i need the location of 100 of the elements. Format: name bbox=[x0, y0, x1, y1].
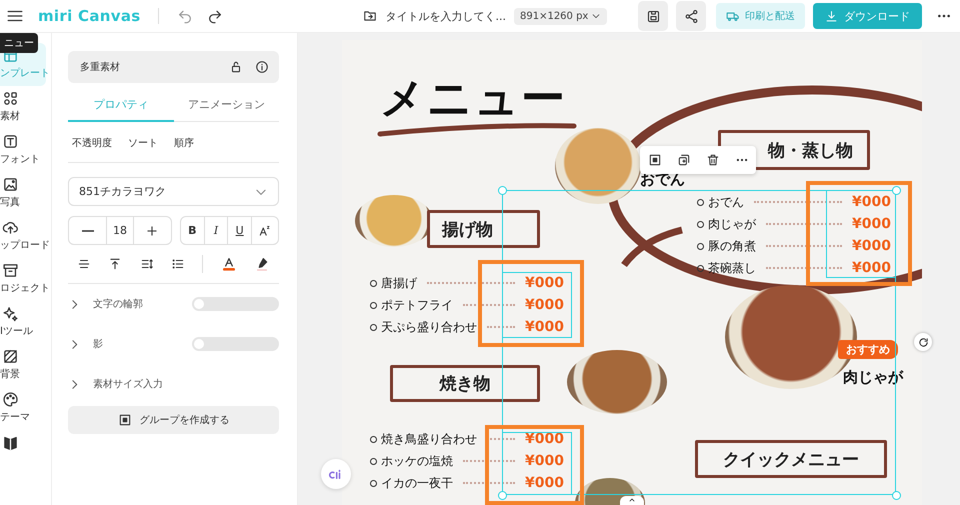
duplicate-icon[interactable] bbox=[676, 153, 690, 167]
leader-line bbox=[487, 438, 516, 440]
book-icon bbox=[2, 434, 19, 451]
chevron-up-icon bbox=[627, 496, 637, 504]
list-icon[interactable] bbox=[170, 257, 185, 271]
unlock-icon[interactable] bbox=[229, 60, 243, 74]
rail-item[interactable]: 素材 bbox=[0, 86, 51, 129]
plus-icon bbox=[145, 224, 160, 238]
ai-assistant-button[interactable] bbox=[321, 459, 351, 489]
underline-button[interactable]: U bbox=[227, 217, 252, 244]
option-link[interactable]: ソート bbox=[128, 136, 158, 150]
rail-item[interactable]: 写真 bbox=[0, 172, 51, 215]
rail-item[interactable]: テーマ bbox=[0, 387, 51, 430]
option-link[interactable]: 不透明度 bbox=[72, 136, 112, 150]
align-icon[interactable] bbox=[76, 257, 91, 271]
bullet-icon bbox=[370, 324, 377, 330]
menu-item-name: 豚の角煮 bbox=[708, 238, 756, 254]
text-icon bbox=[2, 133, 19, 150]
rail-item[interactable]: Iツール bbox=[0, 301, 51, 344]
bullet-icon bbox=[697, 264, 704, 272]
menu-item-name: イカの一夜干 bbox=[381, 474, 453, 492]
minus-icon bbox=[82, 230, 94, 232]
section-heading: 揚げ物 bbox=[427, 210, 540, 248]
superscript-icon bbox=[258, 224, 272, 238]
canvas-size-button[interactable]: 891×1260 px bbox=[514, 8, 608, 24]
undo-icon[interactable] bbox=[177, 8, 194, 24]
save-icon bbox=[646, 8, 660, 24]
toggle-switch[interactable] bbox=[192, 337, 279, 351]
leader-line bbox=[463, 482, 516, 484]
leader-line bbox=[463, 304, 516, 306]
panel-tab[interactable]: アニメーション bbox=[174, 87, 279, 122]
option-link[interactable]: 順序 bbox=[174, 136, 194, 150]
palette-icon bbox=[2, 391, 19, 408]
folder-icon[interactable] bbox=[363, 9, 378, 23]
text-color-icon[interactable] bbox=[220, 256, 237, 272]
rail-item[interactable]: ロジェクト bbox=[0, 258, 51, 301]
menu-item-price: ¥000 bbox=[525, 275, 564, 291]
sparkle-icon bbox=[2, 305, 19, 322]
menu-item-price: ¥000 bbox=[525, 319, 564, 335]
section-heading: 焼き物 bbox=[390, 365, 540, 402]
menu-item-price: ¥000 bbox=[852, 260, 891, 276]
save-button[interactable] bbox=[638, 1, 668, 31]
menu-item-name: 茶碗蒸し bbox=[708, 260, 756, 276]
menu-item-name: ホッケの塩焼 bbox=[381, 452, 453, 470]
bullet-icon bbox=[697, 220, 704, 228]
shapes-icon bbox=[2, 90, 19, 107]
menu-item-name: 焼き鳥盛り合わせ bbox=[381, 430, 477, 448]
menu-item-price: ¥000 bbox=[525, 453, 564, 469]
bold-button[interactable]: B bbox=[181, 217, 204, 244]
create-group-button[interactable]: グループを作成する bbox=[68, 406, 279, 434]
toggle-switch[interactable] bbox=[192, 297, 279, 311]
bullet-icon bbox=[370, 280, 377, 286]
document-title[interactable]: タイトルを入力してく... bbox=[385, 8, 506, 24]
rotate-handle[interactable] bbox=[914, 333, 932, 351]
group-icon[interactable] bbox=[648, 153, 662, 167]
menu-item-price: ¥000 bbox=[852, 238, 891, 254]
share-button[interactable] bbox=[676, 1, 706, 31]
menu-item-name: ポテトフライ bbox=[381, 296, 453, 314]
bullet-icon bbox=[370, 436, 377, 442]
font-size-value[interactable]: 18 bbox=[106, 217, 133, 244]
hatch-icon bbox=[2, 348, 19, 365]
section-heading: クイックメニュー bbox=[695, 440, 887, 478]
italic-button[interactable]: I bbox=[204, 217, 228, 244]
image-icon bbox=[2, 176, 19, 193]
menu-item-name: 天ぷら盛り合わせ bbox=[381, 318, 477, 336]
section-label[interactable]: 素材サイズ入力 bbox=[93, 377, 279, 391]
bullet-icon bbox=[697, 198, 704, 206]
rail-item[interactable]: 背景 bbox=[0, 344, 51, 387]
leader-line bbox=[487, 326, 516, 328]
font-size-stepper[interactable]: 18 bbox=[68, 216, 172, 245]
leader-line bbox=[463, 460, 516, 462]
recommended-badge: おすすめ bbox=[838, 340, 898, 359]
bullet-icon bbox=[697, 242, 704, 250]
dish-label: おでん bbox=[640, 170, 685, 189]
align-top-icon[interactable] bbox=[108, 257, 122, 271]
bullet-icon bbox=[370, 480, 377, 486]
section-label[interactable]: 影 bbox=[93, 337, 180, 351]
menu-item-name: おでん bbox=[708, 194, 744, 210]
redo-icon[interactable] bbox=[207, 8, 224, 24]
info-icon[interactable] bbox=[255, 60, 269, 74]
menu-item-price: ¥000 bbox=[525, 297, 564, 313]
archive-icon bbox=[2, 262, 19, 279]
rail-item[interactable]: ップロード bbox=[0, 215, 51, 258]
tooltip: ニュー bbox=[0, 33, 38, 53]
collapse-tab[interactable] bbox=[620, 496, 644, 505]
trash-icon[interactable] bbox=[706, 153, 720, 167]
menu-item-name: 唐揚げ bbox=[381, 274, 417, 292]
bullet-icon bbox=[370, 458, 377, 464]
menu-item-price: ¥000 bbox=[525, 475, 564, 491]
menu-item-price: ¥000 bbox=[525, 431, 564, 447]
menu-item-price: ¥000 bbox=[852, 216, 891, 232]
share-icon bbox=[684, 8, 698, 24]
download-icon bbox=[825, 10, 838, 22]
group-icon bbox=[118, 413, 132, 427]
font-dropdown[interactable]: 851チカラヨワク bbox=[68, 177, 279, 206]
section-label[interactable]: 文字の輪郭 bbox=[93, 297, 180, 311]
line-spacing-icon[interactable] bbox=[140, 257, 154, 271]
menu-title: メニュー bbox=[380, 76, 567, 122]
element-name: 多重素材 bbox=[80, 60, 121, 74]
rail-item[interactable]: フォント bbox=[0, 129, 51, 172]
